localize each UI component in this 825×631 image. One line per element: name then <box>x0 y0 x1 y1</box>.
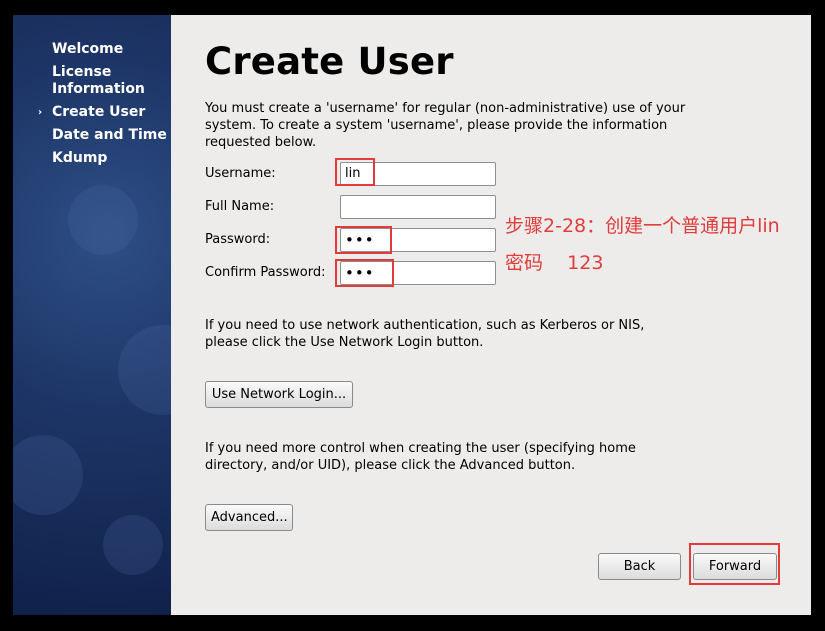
advanced-button[interactable]: Advanced... <box>205 504 293 531</box>
decor-bubble <box>68 185 138 255</box>
sidebar-item-label: Kdump <box>52 150 108 166</box>
fullname-label: Full Name: <box>205 199 275 214</box>
sidebar-item-create-user: › Create User <box>38 104 167 121</box>
sidebar-item-label: License Information <box>52 64 145 97</box>
sidebar-item-license: License Information <box>52 64 167 98</box>
intro-text: You must create a 'username' for regular… <box>205 101 686 150</box>
network-login-button[interactable]: Use Network Login... <box>205 381 353 408</box>
page-title: Create User <box>205 40 454 83</box>
back-button[interactable]: Back <box>598 553 681 580</box>
sidebar-item-welcome: Welcome <box>52 41 167 58</box>
password-highlight <box>335 226 392 254</box>
current-step-icon: › <box>38 107 43 118</box>
main-panel: Create User You must create a 'username'… <box>171 15 811 615</box>
advanced-note: If you need more control when creating t… <box>205 441 636 473</box>
sidebar-item-kdump: Kdump <box>52 150 167 167</box>
decor-bubble <box>13 435 83 515</box>
password-label: Password: <box>205 232 271 247</box>
username-highlight <box>335 158 375 186</box>
forward-highlight <box>689 543 780 585</box>
sidebar-nav: Welcome License Information › Create User… <box>38 41 167 173</box>
confirm-password-highlight <box>335 259 394 287</box>
annotation-password: 密码 123 <box>505 252 604 274</box>
decor-bubble <box>103 515 163 575</box>
sidebar: Welcome License Information › Create User… <box>13 15 171 615</box>
username-label: Username: <box>205 166 276 181</box>
sidebar-item-date-time: Date and Time <box>52 127 167 144</box>
confirm-password-label: Confirm Password: <box>205 265 326 280</box>
sidebar-item-label: Create User <box>52 104 146 120</box>
fullname-field[interactable] <box>340 195 496 219</box>
annotation-step: 步骤2-28：创建一个普通用户lin <box>505 215 780 237</box>
sidebar-item-label: Date and Time <box>52 127 167 143</box>
decor-bubble <box>118 325 171 415</box>
sidebar-item-label: Welcome <box>52 41 124 57</box>
network-note: If you need to use network authenticatio… <box>205 318 645 350</box>
